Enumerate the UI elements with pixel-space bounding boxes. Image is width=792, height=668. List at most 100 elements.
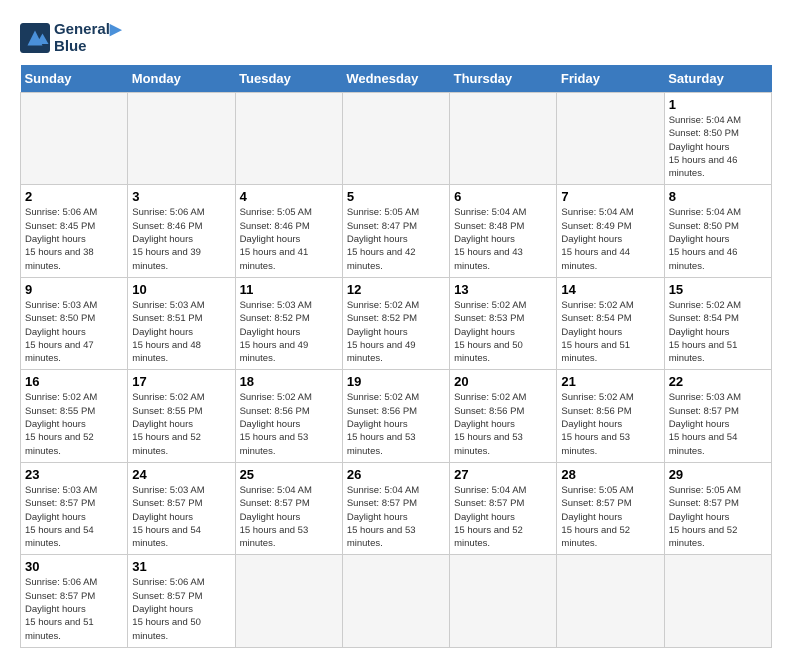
day-number: 15 bbox=[669, 282, 767, 297]
day-info: Sunrise: 5:05 AM Sunset: 8:57 PM Dayligh… bbox=[561, 484, 659, 550]
day-number: 4 bbox=[240, 189, 338, 204]
calendar-cell: 10 Sunrise: 5:03 AM Sunset: 8:51 PM Dayl… bbox=[128, 277, 235, 369]
day-number: 6 bbox=[454, 189, 552, 204]
calendar-cell bbox=[342, 555, 449, 647]
calendar-cell bbox=[342, 93, 449, 185]
calendar-cell: 14 Sunrise: 5:02 AM Sunset: 8:54 PM Dayl… bbox=[557, 277, 664, 369]
calendar-cell: 9 Sunrise: 5:03 AM Sunset: 8:50 PM Dayli… bbox=[21, 277, 128, 369]
calendar-cell: 3 Sunrise: 5:06 AM Sunset: 8:46 PM Dayli… bbox=[128, 185, 235, 277]
logo-icon bbox=[20, 23, 50, 53]
calendar-cell bbox=[557, 555, 664, 647]
day-info: Sunrise: 5:05 AM Sunset: 8:47 PM Dayligh… bbox=[347, 206, 445, 272]
day-info: Sunrise: 5:03 AM Sunset: 8:51 PM Dayligh… bbox=[132, 299, 230, 365]
calendar-cell: 29 Sunrise: 5:05 AM Sunset: 8:57 PM Dayl… bbox=[664, 462, 771, 554]
calendar-table: Sunday Monday Tuesday Wednesday Thursday… bbox=[20, 65, 772, 648]
day-info: Sunrise: 5:04 AM Sunset: 8:57 PM Dayligh… bbox=[454, 484, 552, 550]
calendar-cell: 5 Sunrise: 5:05 AM Sunset: 8:47 PM Dayli… bbox=[342, 185, 449, 277]
day-number: 17 bbox=[132, 374, 230, 389]
calendar-cell: 4 Sunrise: 5:05 AM Sunset: 8:46 PM Dayli… bbox=[235, 185, 342, 277]
calendar-cell: 26 Sunrise: 5:04 AM Sunset: 8:57 PM Dayl… bbox=[342, 462, 449, 554]
calendar-cell bbox=[128, 93, 235, 185]
col-sunday: Sunday bbox=[21, 65, 128, 93]
logo-text: General▶ Blue bbox=[54, 20, 121, 55]
day-info: Sunrise: 5:02 AM Sunset: 8:56 PM Dayligh… bbox=[454, 391, 552, 457]
day-info: Sunrise: 5:03 AM Sunset: 8:57 PM Dayligh… bbox=[132, 484, 230, 550]
day-number: 31 bbox=[132, 559, 230, 574]
day-number: 26 bbox=[347, 467, 445, 482]
day-info: Sunrise: 5:05 AM Sunset: 8:46 PM Dayligh… bbox=[240, 206, 338, 272]
day-info: Sunrise: 5:04 AM Sunset: 8:57 PM Dayligh… bbox=[347, 484, 445, 550]
calendar-cell: 8 Sunrise: 5:04 AM Sunset: 8:50 PM Dayli… bbox=[664, 185, 771, 277]
calendar-cell: 23 Sunrise: 5:03 AM Sunset: 8:57 PM Dayl… bbox=[21, 462, 128, 554]
calendar-row: 1 Sunrise: 5:04 AM Sunset: 8:50 PM Dayli… bbox=[21, 93, 772, 185]
calendar-cell: 22 Sunrise: 5:03 AM Sunset: 8:57 PM Dayl… bbox=[664, 370, 771, 462]
day-number: 19 bbox=[347, 374, 445, 389]
day-number: 28 bbox=[561, 467, 659, 482]
day-number: 10 bbox=[132, 282, 230, 297]
day-info: Sunrise: 5:02 AM Sunset: 8:55 PM Dayligh… bbox=[25, 391, 123, 457]
day-info: Sunrise: 5:03 AM Sunset: 8:52 PM Dayligh… bbox=[240, 299, 338, 365]
header-row: Sunday Monday Tuesday Wednesday Thursday… bbox=[21, 65, 772, 93]
day-info: Sunrise: 5:02 AM Sunset: 8:54 PM Dayligh… bbox=[561, 299, 659, 365]
calendar-cell bbox=[21, 93, 128, 185]
day-info: Sunrise: 5:06 AM Sunset: 8:57 PM Dayligh… bbox=[25, 576, 123, 642]
calendar-row: 30 Sunrise: 5:06 AM Sunset: 8:57 PM Dayl… bbox=[21, 555, 772, 647]
day-info: Sunrise: 5:02 AM Sunset: 8:55 PM Dayligh… bbox=[132, 391, 230, 457]
col-saturday: Saturday bbox=[664, 65, 771, 93]
day-info: Sunrise: 5:04 AM Sunset: 8:48 PM Dayligh… bbox=[454, 206, 552, 272]
day-info: Sunrise: 5:03 AM Sunset: 8:57 PM Dayligh… bbox=[25, 484, 123, 550]
day-number: 12 bbox=[347, 282, 445, 297]
calendar-cell bbox=[450, 555, 557, 647]
day-info: Sunrise: 5:02 AM Sunset: 8:56 PM Dayligh… bbox=[347, 391, 445, 457]
day-number: 9 bbox=[25, 282, 123, 297]
col-friday: Friday bbox=[557, 65, 664, 93]
calendar-row: 9 Sunrise: 5:03 AM Sunset: 8:50 PM Dayli… bbox=[21, 277, 772, 369]
day-number: 14 bbox=[561, 282, 659, 297]
calendar-cell: 27 Sunrise: 5:04 AM Sunset: 8:57 PM Dayl… bbox=[450, 462, 557, 554]
calendar-row: 16 Sunrise: 5:02 AM Sunset: 8:55 PM Dayl… bbox=[21, 370, 772, 462]
calendar-cell bbox=[235, 555, 342, 647]
calendar-cell: 30 Sunrise: 5:06 AM Sunset: 8:57 PM Dayl… bbox=[21, 555, 128, 647]
day-number: 18 bbox=[240, 374, 338, 389]
calendar-cell: 20 Sunrise: 5:02 AM Sunset: 8:56 PM Dayl… bbox=[450, 370, 557, 462]
day-info: Sunrise: 5:05 AM Sunset: 8:57 PM Dayligh… bbox=[669, 484, 767, 550]
calendar-cell: 12 Sunrise: 5:02 AM Sunset: 8:52 PM Dayl… bbox=[342, 277, 449, 369]
day-info: Sunrise: 5:02 AM Sunset: 8:56 PM Dayligh… bbox=[561, 391, 659, 457]
calendar-cell: 28 Sunrise: 5:05 AM Sunset: 8:57 PM Dayl… bbox=[557, 462, 664, 554]
day-info: Sunrise: 5:04 AM Sunset: 8:50 PM Dayligh… bbox=[669, 114, 767, 180]
calendar-cell: 19 Sunrise: 5:02 AM Sunset: 8:56 PM Dayl… bbox=[342, 370, 449, 462]
day-info: Sunrise: 5:02 AM Sunset: 8:52 PM Dayligh… bbox=[347, 299, 445, 365]
day-info: Sunrise: 5:04 AM Sunset: 8:57 PM Dayligh… bbox=[240, 484, 338, 550]
day-number: 30 bbox=[25, 559, 123, 574]
calendar-cell: 24 Sunrise: 5:03 AM Sunset: 8:57 PM Dayl… bbox=[128, 462, 235, 554]
calendar-cell: 13 Sunrise: 5:02 AM Sunset: 8:53 PM Dayl… bbox=[450, 277, 557, 369]
day-info: Sunrise: 5:04 AM Sunset: 8:50 PM Dayligh… bbox=[669, 206, 767, 272]
col-wednesday: Wednesday bbox=[342, 65, 449, 93]
day-info: Sunrise: 5:03 AM Sunset: 8:50 PM Dayligh… bbox=[25, 299, 123, 365]
calendar-cell: 18 Sunrise: 5:02 AM Sunset: 8:56 PM Dayl… bbox=[235, 370, 342, 462]
calendar-cell: 6 Sunrise: 5:04 AM Sunset: 8:48 PM Dayli… bbox=[450, 185, 557, 277]
calendar-cell: 16 Sunrise: 5:02 AM Sunset: 8:55 PM Dayl… bbox=[21, 370, 128, 462]
day-info: Sunrise: 5:02 AM Sunset: 8:54 PM Dayligh… bbox=[669, 299, 767, 365]
col-thursday: Thursday bbox=[450, 65, 557, 93]
calendar-cell bbox=[664, 555, 771, 647]
page-header: General▶ Blue bbox=[20, 20, 772, 55]
day-number: 25 bbox=[240, 467, 338, 482]
calendar-cell: 31 Sunrise: 5:06 AM Sunset: 8:57 PM Dayl… bbox=[128, 555, 235, 647]
day-number: 27 bbox=[454, 467, 552, 482]
col-tuesday: Tuesday bbox=[235, 65, 342, 93]
day-number: 1 bbox=[669, 97, 767, 112]
col-monday: Monday bbox=[128, 65, 235, 93]
day-info: Sunrise: 5:02 AM Sunset: 8:56 PM Dayligh… bbox=[240, 391, 338, 457]
calendar-cell: 15 Sunrise: 5:02 AM Sunset: 8:54 PM Dayl… bbox=[664, 277, 771, 369]
day-number: 24 bbox=[132, 467, 230, 482]
day-info: Sunrise: 5:06 AM Sunset: 8:45 PM Dayligh… bbox=[25, 206, 123, 272]
day-number: 8 bbox=[669, 189, 767, 204]
day-number: 20 bbox=[454, 374, 552, 389]
day-info: Sunrise: 5:02 AM Sunset: 8:53 PM Dayligh… bbox=[454, 299, 552, 365]
calendar-cell bbox=[557, 93, 664, 185]
day-number: 23 bbox=[25, 467, 123, 482]
day-info: Sunrise: 5:06 AM Sunset: 8:46 PM Dayligh… bbox=[132, 206, 230, 272]
calendar-cell: 17 Sunrise: 5:02 AM Sunset: 8:55 PM Dayl… bbox=[128, 370, 235, 462]
day-number: 5 bbox=[347, 189, 445, 204]
